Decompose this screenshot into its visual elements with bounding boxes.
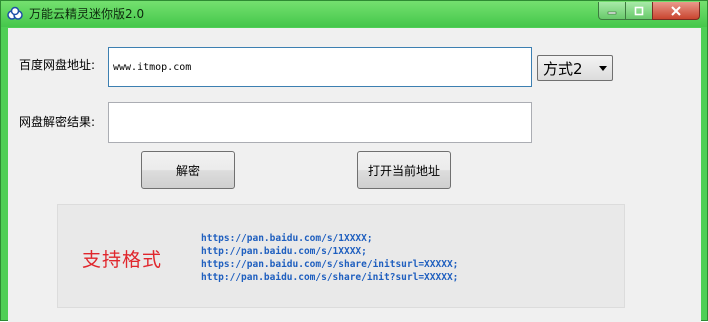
close-icon <box>671 5 681 16</box>
result-label: 网盘解密结果: <box>19 115 96 129</box>
method-select-value: 方式2 <box>543 59 583 78</box>
minimize-button[interactable] <box>598 2 626 20</box>
format-item: http://pan.baidu.com/s/share/init?surl=X… <box>201 272 459 283</box>
format-item: http://pan.baidu.com/s/1XXXX; <box>201 246 367 257</box>
open-current-url-button[interactable]: 打开当前地址 <box>357 151 451 189</box>
format-item: https://pan.baidu.com/s/1XXXX; <box>201 233 373 244</box>
close-button[interactable] <box>652 2 700 20</box>
app-cloud-icon <box>7 6 23 20</box>
minimize-icon <box>607 11 617 14</box>
result-input[interactable] <box>109 103 531 142</box>
method-select[interactable]: 方式2 <box>537 55 613 81</box>
supported-formats-panel: 支持格式 https://pan.baidu.com/s/1XXXX; http… <box>57 204 625 308</box>
pan-url-label: 百度网盘地址: <box>19 58 96 72</box>
format-item: https://pan.baidu.com/s/share/initsurl=X… <box>201 259 459 270</box>
result-input-box[interactable] <box>108 102 532 143</box>
supported-formats-title: 支持格式 <box>82 249 163 271</box>
pan-url-input-box[interactable] <box>108 47 532 87</box>
title-bar[interactable]: 万能云精灵迷你版2.0 <box>1 1 707 27</box>
chevron-down-icon <box>599 66 607 71</box>
window-title: 万能云精灵迷你版2.0 <box>29 7 145 21</box>
maximize-icon <box>634 6 644 15</box>
client-area: 百度网盘地址: 方式2 网盘解密结果: 解密 打开当前地址 支持格式 https… <box>8 28 701 322</box>
supported-formats-list: https://pan.baidu.com/s/1XXXX; http://pa… <box>201 232 458 284</box>
pan-url-input[interactable] <box>109 48 531 86</box>
app-window: 万能云精灵迷你版2.0 百度网盘地址: 方式2 网盘解密结果: <box>0 0 708 322</box>
maximize-button[interactable] <box>625 2 653 20</box>
decrypt-button[interactable]: 解密 <box>141 151 235 189</box>
